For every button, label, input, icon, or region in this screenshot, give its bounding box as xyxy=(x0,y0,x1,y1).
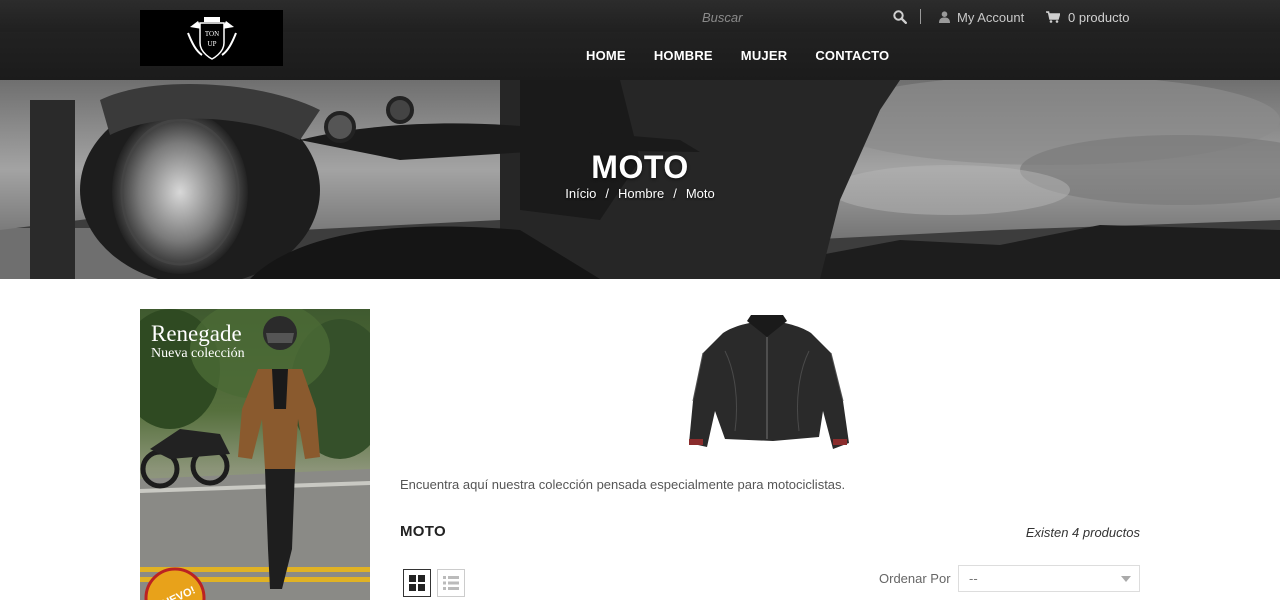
breadcrumb-item-inicio[interactable]: Início xyxy=(565,186,596,201)
breadcrumb-item-hombre[interactable]: Hombre xyxy=(618,186,664,201)
nav-item-hombre[interactable]: HOMBRE xyxy=(640,46,727,66)
category-heading: MOTO xyxy=(400,523,446,540)
grid-icon xyxy=(409,575,425,591)
user-icon xyxy=(939,11,950,23)
site-logo[interactable]: TON UP xyxy=(140,10,283,66)
grid-view-button[interactable] xyxy=(403,569,431,597)
category-description: Encuentra aquí nuestra colección pensada… xyxy=(400,477,846,492)
page-title: MOTO xyxy=(591,149,689,185)
cart-link[interactable]: 0 producto xyxy=(1046,8,1129,26)
nav-item-contacto[interactable]: CONTACTO xyxy=(801,46,903,66)
cart-label: 0 producto xyxy=(1068,9,1130,25)
my-account-label: My Account xyxy=(957,9,1025,25)
sort-label: Ordenar Por xyxy=(879,571,951,586)
nav-item-home[interactable]: HOME xyxy=(572,46,640,66)
banner-title: Renegade xyxy=(151,321,242,346)
nav-item-mujer[interactable]: MUJER xyxy=(727,46,802,66)
my-account-link[interactable]: My Account xyxy=(939,8,1024,26)
search-icon xyxy=(893,10,908,25)
search-input[interactable] xyxy=(690,6,890,28)
sort-selected-value: -- xyxy=(969,571,978,586)
category-image-jacket xyxy=(655,311,880,455)
search-button[interactable] xyxy=(893,10,908,25)
sidebar-banner-renegade[interactable]: Renegade Nueva colección NUEVO! xyxy=(140,309,370,600)
chevron-down-icon xyxy=(1121,576,1131,582)
site-header: TON UP My Account 0 producto HOME HOMBR xyxy=(0,0,1280,80)
main-nav: HOME HOMBRE MUJER CONTACTO xyxy=(572,46,903,66)
list-view-button[interactable] xyxy=(437,569,465,597)
list-icon xyxy=(443,576,459,590)
breadcrumb-separator: / xyxy=(605,186,609,201)
breadcrumb-item-moto: Moto xyxy=(685,186,715,201)
product-count: Existen 4 productos xyxy=(1025,525,1140,540)
breadcrumb-separator: / xyxy=(673,186,677,201)
header-divider xyxy=(920,9,921,24)
search-form xyxy=(690,6,912,28)
breadcrumb: Início / Hombre / Moto xyxy=(0,186,1280,201)
logo-text-bottom: UP xyxy=(207,40,216,48)
banner-subtitle: Nueva colección xyxy=(151,346,245,361)
logo-text-top: TON xyxy=(204,30,218,38)
sort-select[interactable]: -- xyxy=(958,565,1140,592)
category-hero: MOTO Início / Hombre / Moto xyxy=(0,80,1280,279)
new-badge: NUEVO! xyxy=(144,567,206,600)
cart-icon xyxy=(1046,11,1060,23)
logo-emblem-icon: TON UP xyxy=(186,17,237,60)
